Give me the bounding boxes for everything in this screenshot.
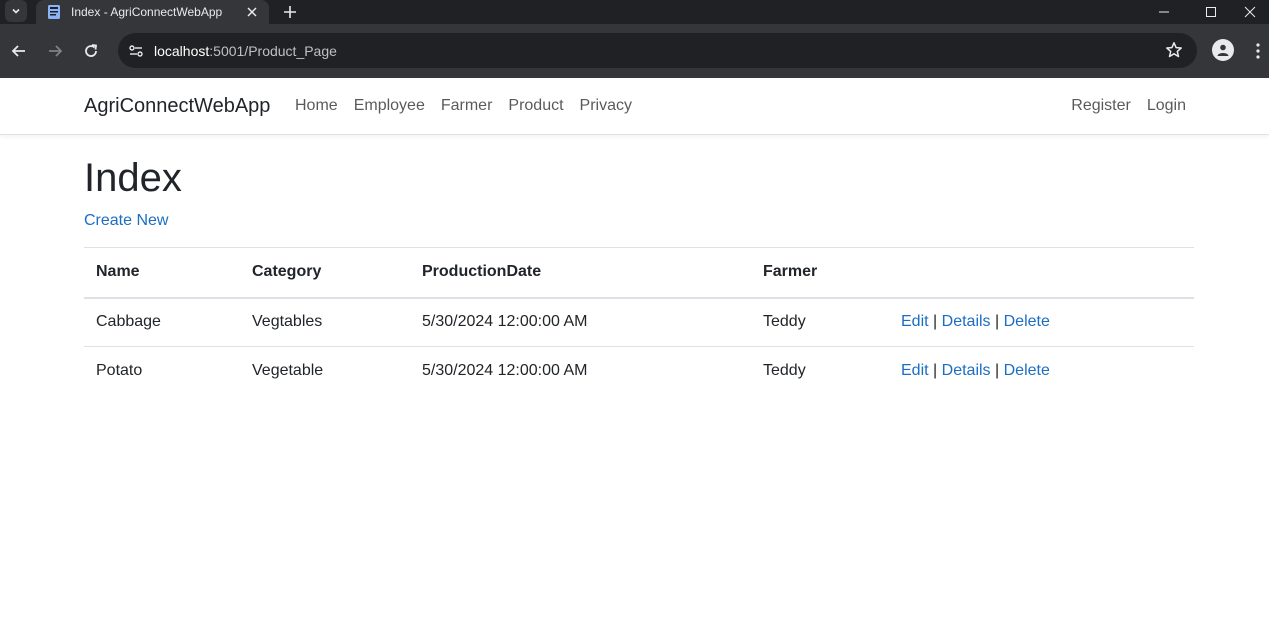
- column-header-production-date: ProductionDate: [410, 247, 751, 299]
- edit-link[interactable]: Edit: [901, 313, 929, 330]
- more-vertical-icon: [1256, 43, 1260, 59]
- nav-register[interactable]: Register: [1063, 97, 1139, 115]
- navbar-brand[interactable]: AgriConnectWebApp: [84, 95, 270, 118]
- chevron-down-icon: [12, 8, 20, 14]
- address-bar[interactable]: localhost:5001/Product_Page: [118, 33, 1197, 68]
- nav-privacy[interactable]: Privacy: [572, 97, 640, 115]
- table-header-row: Name Category ProductionDate Farmer: [84, 247, 1194, 299]
- table-row: Potato Vegetable 5/30/2024 12:00:00 AM T…: [84, 347, 1194, 396]
- minimize-button[interactable]: [1141, 0, 1187, 24]
- browser-tabstrip: Index - AgriConnectWebApp: [0, 0, 1269, 24]
- forward-button[interactable]: [43, 39, 67, 63]
- nav-auth-links: Register Login: [1063, 97, 1194, 115]
- back-button[interactable]: [7, 39, 31, 63]
- details-link[interactable]: Details: [942, 362, 991, 379]
- delete-link[interactable]: Delete: [1004, 313, 1050, 330]
- cell-category: Vegetable: [252, 362, 324, 380]
- site-navbar: AgriConnectWebApp Home Employee Farmer P…: [0, 78, 1269, 135]
- reload-button[interactable]: [79, 39, 103, 63]
- maximize-icon: [1206, 7, 1216, 17]
- cell-production-date: 5/30/2024 12:00:00 AM: [410, 297, 751, 347]
- person-icon: [1217, 44, 1229, 56]
- nav-links: Home Employee Farmer Product Privacy: [287, 97, 640, 115]
- column-header-farmer: Farmer: [751, 247, 889, 299]
- browser-menu-button[interactable]: [1250, 39, 1266, 63]
- cell-name: Cabbage: [84, 297, 240, 347]
- url-path: :5001/Product_Page: [209, 42, 337, 59]
- products-table: Name Category ProductionDate Farmer Cabb…: [84, 247, 1194, 396]
- separator: |: [933, 362, 938, 380]
- nav-home[interactable]: Home: [287, 97, 346, 115]
- minimize-icon: [1159, 11, 1169, 13]
- column-header-name: Name: [84, 247, 240, 299]
- url-text: localhost:5001/Product_Page: [154, 43, 337, 59]
- browser-tab-active[interactable]: Index - AgriConnectWebApp: [36, 0, 269, 24]
- nav-farmer[interactable]: Farmer: [433, 97, 501, 115]
- arrow-right-icon: [49, 45, 63, 57]
- tab-search-button[interactable]: [5, 0, 27, 22]
- table-row: Cabbage Vegtables 5/30/2024 12:00:00 AM …: [84, 297, 1194, 347]
- create-new-link[interactable]: Create New: [84, 212, 168, 230]
- edit-link[interactable]: Edit: [901, 362, 929, 379]
- page-title: Index: [84, 156, 182, 200]
- close-window-button[interactable]: [1231, 0, 1269, 24]
- close-tab-icon[interactable]: [245, 5, 259, 19]
- tab-title: Index - AgriConnectWebApp: [71, 5, 223, 19]
- bookmark-star-icon[interactable]: [1165, 41, 1183, 59]
- cell-actions: Edit | Details | Delete: [889, 347, 1194, 396]
- delete-link[interactable]: Delete: [1004, 362, 1050, 379]
- cell-farmer: Teddy: [751, 297, 889, 347]
- profile-avatar-icon[interactable]: [1212, 39, 1234, 61]
- cell-name: Potato: [96, 362, 143, 380]
- nav-employee[interactable]: Employee: [346, 97, 433, 115]
- cell-category: Vegtables: [240, 297, 410, 347]
- plus-icon: [284, 6, 296, 18]
- cell-actions: Edit | Details | Delete: [889, 297, 1194, 347]
- nav-login[interactable]: Login: [1139, 97, 1194, 115]
- cell-production-date: 5/30/2024 12:00:00 AM: [422, 362, 588, 380]
- column-header-category: Category: [240, 247, 410, 299]
- maximize-button[interactable]: [1188, 0, 1234, 24]
- site-settings-icon[interactable]: [127, 42, 145, 60]
- separator: |: [995, 313, 1000, 331]
- arrow-left-icon: [11, 45, 25, 57]
- close-icon: [1244, 6, 1256, 18]
- cell-farmer: Teddy: [763, 362, 806, 380]
- browser-toolbar: localhost:5001/Product_Page: [0, 24, 1269, 78]
- new-tab-button[interactable]: [280, 2, 300, 22]
- nav-product[interactable]: Product: [500, 97, 571, 115]
- separator: |: [995, 362, 1000, 380]
- details-link[interactable]: Details: [942, 313, 991, 330]
- column-header-actions: [889, 247, 1194, 299]
- reload-icon: [85, 44, 98, 57]
- page-favicon-icon: [48, 5, 60, 19]
- separator: |: [933, 313, 938, 331]
- url-host: localhost: [154, 42, 210, 59]
- main-content: Index Create New Name Category Productio…: [84, 135, 1194, 396]
